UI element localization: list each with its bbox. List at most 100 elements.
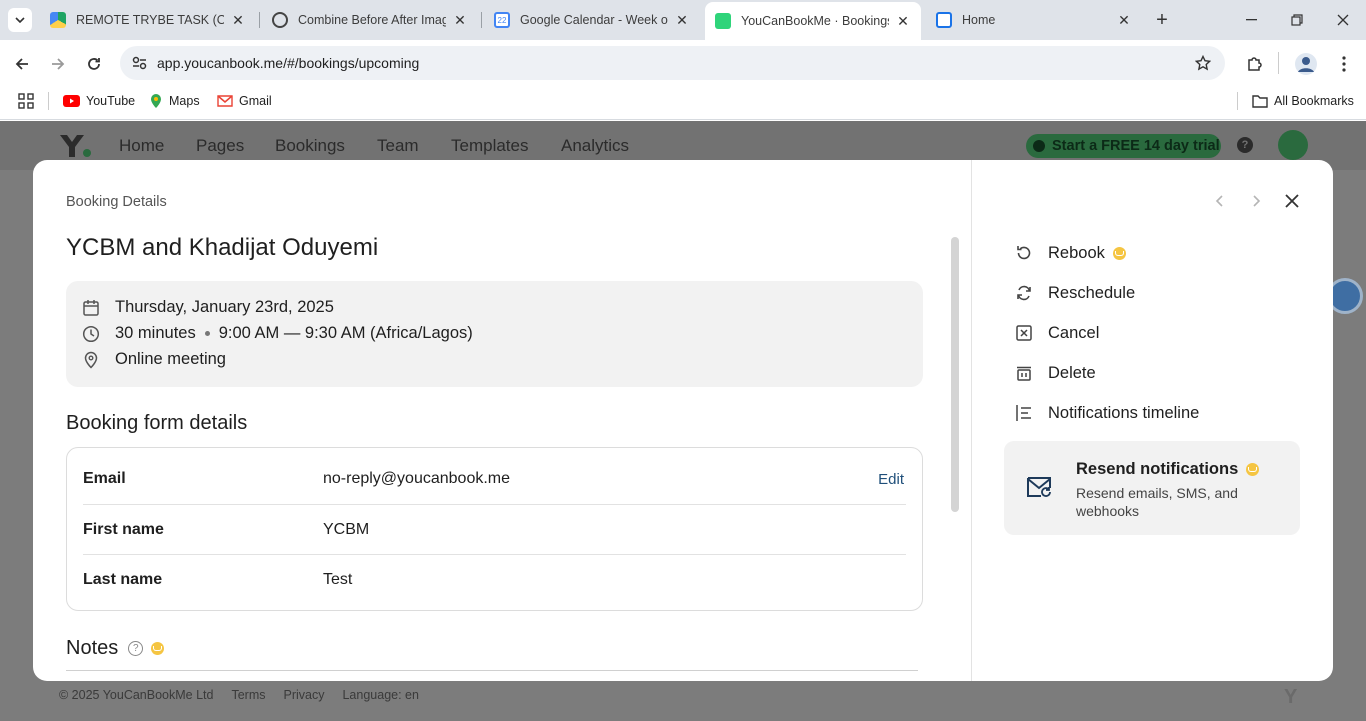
field-label: Last name bbox=[83, 570, 163, 588]
booking-duration: 30 minutes bbox=[115, 324, 196, 342]
field-value: YCBM bbox=[323, 520, 370, 538]
booking-details-pane: Booking Details YCBM and Khadijat Oduyem… bbox=[33, 160, 971, 681]
address-bar[interactable]: app.youcanbook.me/#/bookings/upcoming bbox=[120, 46, 1225, 80]
form-row-first-name: First name YCBM bbox=[83, 504, 906, 554]
chevron-down-icon bbox=[15, 17, 25, 23]
close-icon[interactable]: ✕ bbox=[1116, 12, 1132, 28]
booking-summary: Thursday, January 23rd, 2025 30 minutes … bbox=[66, 281, 923, 387]
booking-time: 9:00 AM — 9:30 AM (Africa/Lagos) bbox=[218, 324, 473, 342]
footer-language-link[interactable]: Language: en bbox=[342, 688, 418, 702]
new-tab-button[interactable]: + bbox=[1150, 8, 1174, 32]
details-scrollbar[interactable] bbox=[951, 237, 959, 512]
resend-notifications-card[interactable]: Resend notifications Resend emails, SMS,… bbox=[1004, 441, 1300, 535]
bookmarks-bar bbox=[0, 86, 1366, 120]
browser-tab-4[interactable]: YouCanBookMe · Bookings ✕ bbox=[705, 2, 921, 40]
browser-tab-5[interactable]: Home ✕ bbox=[926, 5, 1142, 35]
field-label: First name bbox=[83, 520, 164, 538]
nav-team[interactable]: Team bbox=[377, 136, 419, 156]
booking-title: YCBM and Khadijat Oduyemi bbox=[66, 234, 379, 261]
rebook-button[interactable]: Rebook bbox=[1015, 241, 1126, 265]
resend-subtitle: Resend emails, SMS, and webhooks bbox=[1076, 485, 1238, 519]
browser-tab-3[interactable]: 22 Google Calendar - Week of 2 ✕ bbox=[484, 5, 700, 35]
youtube-icon bbox=[63, 95, 80, 107]
youcanbookme-logo[interactable] bbox=[59, 134, 93, 163]
bookmark-label: All Bookmarks bbox=[1274, 94, 1354, 108]
close-icon[interactable]: ✕ bbox=[674, 12, 690, 28]
gmail-icon bbox=[217, 95, 233, 107]
bookmark-star-icon[interactable] bbox=[1195, 55, 1211, 71]
bookmark-gmail[interactable]: Gmail bbox=[217, 92, 272, 110]
help-icon[interactable]: ? bbox=[1237, 137, 1253, 153]
notes-heading: Notes bbox=[66, 637, 119, 659]
next-booking-button[interactable] bbox=[1247, 191, 1267, 211]
booking-date-row: Thursday, January 23rd, 2025 bbox=[82, 298, 334, 317]
all-bookmarks-button[interactable]: All Bookmarks bbox=[1252, 92, 1354, 110]
booking-form-details: Email no-reply@youcanbook.me Edit First … bbox=[66, 447, 923, 611]
back-button[interactable] bbox=[8, 50, 36, 78]
more-vertical-icon bbox=[1342, 56, 1346, 72]
footer-terms-link[interactable]: Terms bbox=[231, 688, 265, 702]
google-calendar-icon: 22 bbox=[494, 12, 510, 28]
page-footer: © 2025 YouCanBookMe Ltd Terms Privacy La… bbox=[59, 688, 419, 702]
close-modal-button[interactable] bbox=[1282, 191, 1302, 211]
close-icon[interactable]: ✕ bbox=[895, 13, 911, 29]
bookmark-youtube[interactable]: YouTube bbox=[63, 92, 135, 110]
booking-details-modal: Booking Details YCBM and Khadijat Oduyem… bbox=[33, 160, 1333, 681]
resend-title: Resend notifications bbox=[1076, 460, 1239, 478]
openai-icon bbox=[272, 12, 288, 28]
tab-title: YouCanBookMe · Bookings bbox=[741, 14, 889, 28]
minimize-button[interactable] bbox=[1228, 0, 1274, 40]
user-avatar[interactable] bbox=[1278, 130, 1308, 160]
tab-search-button[interactable] bbox=[8, 8, 32, 32]
home-tab-icon bbox=[936, 12, 952, 28]
arrow-right-icon bbox=[52, 58, 65, 70]
cancel-booking-button[interactable]: Cancel bbox=[1015, 321, 1099, 345]
rebook-icon bbox=[1017, 246, 1031, 260]
resend-mail-icon bbox=[1027, 477, 1051, 497]
field-value: no-reply@youcanbook.me bbox=[323, 470, 511, 487]
nav-templates[interactable]: Templates bbox=[451, 136, 528, 156]
url-text: app.youcanbook.me/#/bookings/upcoming bbox=[157, 55, 420, 71]
nav-analytics[interactable]: Analytics bbox=[561, 136, 629, 156]
browser-tabstrip: REMOTE TRYBE TASK (ODUY ✕ Combine Before… bbox=[0, 0, 1366, 40]
extensions-button[interactable] bbox=[1241, 50, 1269, 78]
profile-button[interactable] bbox=[1292, 50, 1320, 78]
notes-section: Notes ? bbox=[66, 637, 165, 660]
puzzle-icon bbox=[1248, 57, 1262, 71]
trash-icon bbox=[1017, 366, 1031, 381]
close-icon[interactable]: ✕ bbox=[230, 12, 246, 28]
edit-email-button[interactable]: Edit bbox=[878, 471, 904, 488]
browser-tab-1[interactable]: REMOTE TRYBE TASK (ODUY ✕ bbox=[40, 5, 256, 35]
form-row-last-name: Last name Test bbox=[83, 554, 906, 604]
bookmark-label: Maps bbox=[169, 94, 200, 108]
booking-actions-pane: Rebook Reschedule Cancel Delete Notifica… bbox=[972, 160, 1333, 681]
nav-home[interactable]: Home bbox=[119, 136, 164, 156]
premium-crown-icon bbox=[151, 642, 165, 655]
browser-tab-2[interactable]: Combine Before After Image ✕ bbox=[262, 5, 478, 35]
reschedule-label: Reschedule bbox=[1048, 283, 1136, 302]
booking-date: Thursday, January 23rd, 2025 bbox=[115, 298, 334, 316]
browser-menu-button[interactable] bbox=[1330, 50, 1358, 78]
close-window-button[interactable] bbox=[1320, 0, 1366, 40]
delete-booking-button[interactable]: Delete bbox=[1015, 361, 1096, 385]
bookmark-maps[interactable]: Maps bbox=[149, 92, 200, 110]
reschedule-button[interactable]: Reschedule bbox=[1015, 281, 1135, 305]
nav-bookings[interactable]: Bookings bbox=[275, 136, 345, 156]
close-icon[interactable]: ✕ bbox=[452, 12, 468, 28]
tab-title: Combine Before After Image bbox=[298, 13, 446, 27]
tab-title: Home bbox=[962, 13, 996, 27]
help-icon[interactable]: ? bbox=[128, 641, 144, 656]
arrow-circle-icon bbox=[1033, 140, 1045, 152]
apps-button[interactable] bbox=[18, 92, 34, 110]
notifications-timeline-button[interactable]: Notifications timeline bbox=[1015, 401, 1199, 425]
restore-icon bbox=[1291, 14, 1303, 26]
forward-button[interactable] bbox=[44, 50, 72, 78]
footer-privacy-link[interactable]: Privacy bbox=[284, 688, 325, 702]
free-trial-button[interactable]: Start a FREE 14 day trial bbox=[1026, 134, 1221, 158]
form-row-email: Email no-reply@youcanbook.me Edit bbox=[83, 454, 906, 504]
nav-pages[interactable]: Pages bbox=[196, 136, 244, 156]
previous-booking-button[interactable] bbox=[1209, 191, 1229, 211]
restore-button[interactable] bbox=[1274, 0, 1320, 40]
arrow-left-icon bbox=[15, 58, 28, 70]
reload-button[interactable] bbox=[80, 50, 108, 78]
